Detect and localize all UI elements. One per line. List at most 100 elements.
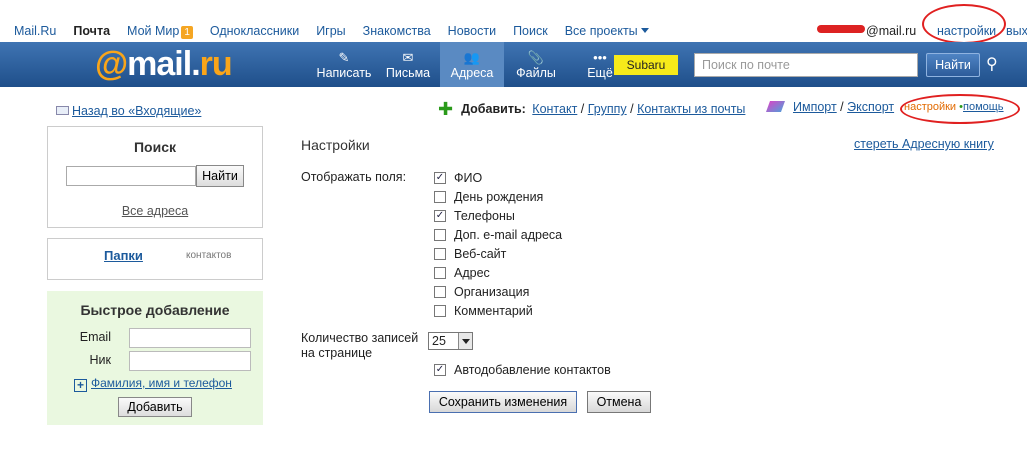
back-to-inbox-link[interactable]: Назад во «Входящие»: [56, 104, 201, 118]
files-button[interactable]: 📎 Файлы: [504, 42, 568, 87]
promo-banner[interactable]: Subaru: [614, 55, 678, 75]
more-fields-link[interactable]: + Фамилия, имя и телефон: [74, 376, 232, 392]
clear-addressbook-link[interactable]: стереть Адресную книгу: [854, 137, 994, 151]
chevron-down-icon: [640, 28, 649, 33]
annotation-circle: [900, 94, 1020, 124]
field-option-extra-email[interactable]: Доп. e-mail адреса: [434, 227, 562, 243]
more-label: Ещё: [587, 66, 613, 80]
import-export-toolbar: Импорт / Экспорт: [765, 100, 894, 114]
field-option-organization[interactable]: Организация: [434, 284, 529, 300]
paperclip-icon: 📎: [527, 50, 545, 65]
add-group-link[interactable]: Группу: [588, 102, 627, 116]
tab-folders[interactable]: Папки: [104, 248, 143, 263]
exit-link[interactable]: вых: [1006, 24, 1027, 38]
redaction-mark: [817, 25, 865, 33]
add-toolbar: ✚ Добавить: Контакт / Группу / Контакты и…: [438, 99, 746, 119]
envelope-icon: [56, 106, 69, 115]
checkbox[interactable]: [434, 305, 446, 317]
letters-button[interactable]: ✉ Письма: [376, 42, 440, 87]
header-tools: ✎ Написать ✉ Письма 👥 Адреса 📎 Файлы ••• Ещё: [312, 42, 632, 87]
contact-search-input[interactable]: [66, 166, 196, 186]
field-option-label: Адрес: [454, 266, 490, 280]
nick-label: Ник: [89, 353, 111, 367]
mail-search-input[interactable]: [694, 53, 918, 77]
logo-dot: .: [191, 45, 201, 83]
logo-at: @: [95, 45, 128, 83]
field-option-address[interactable]: Адрес: [434, 265, 490, 281]
field-option-label: Доп. e-mail адреса: [454, 228, 563, 242]
letters-label: Письма: [385, 66, 431, 80]
quick-nick-field[interactable]: [129, 351, 251, 371]
quick-add-title: Быстрое добавление: [80, 302, 230, 318]
cancel-button[interactable]: Отмена: [587, 391, 651, 413]
save-button[interactable]: Сохранить изменения: [429, 391, 577, 413]
checkbox[interactable]: [434, 267, 446, 279]
nav-dating[interactable]: Знакомства: [363, 24, 431, 39]
nav-odnoklassniki[interactable]: Одноклассники: [210, 24, 299, 39]
autoadd-label: Автодобавление контактов: [454, 363, 611, 377]
mail-search-button[interactable]: Найти: [926, 53, 980, 77]
checkbox[interactable]: [434, 210, 446, 222]
nav-all-projects[interactable]: Все проекты: [565, 24, 649, 39]
nav-myworld-label: Мой Мир: [127, 24, 180, 38]
quick-add-button[interactable]: Добавить: [118, 397, 192, 417]
add-from-mail-link[interactable]: Контакты из почты: [637, 102, 745, 116]
nav-all-projects-label: Все проекты: [564, 24, 638, 38]
checkbox[interactable]: [434, 229, 446, 241]
nav-myworld[interactable]: Мой Мир 1: [127, 24, 193, 39]
quick-email-field[interactable]: [129, 328, 251, 348]
add-contact-link[interactable]: Контакт: [532, 102, 577, 116]
nav-news[interactable]: Новости: [448, 24, 496, 39]
field-option-website[interactable]: Веб-сайт: [434, 246, 506, 262]
checkbox[interactable]: [434, 364, 446, 376]
mailru-logo[interactable]: @mail.ru: [95, 45, 233, 84]
all-addresses-link[interactable]: Все адреса: [48, 204, 262, 218]
contact-search-title: Поиск: [133, 139, 176, 155]
checkbox[interactable]: [434, 286, 446, 298]
logo-mail: mail: [127, 45, 192, 83]
autoadd-option[interactable]: Автодобавление контактов: [434, 362, 611, 378]
nav-mail[interactable]: Почта: [73, 24, 110, 39]
field-option-label: Организация: [454, 285, 530, 299]
contact-search-button[interactable]: Найти: [196, 165, 244, 187]
user-email-text: @mail.ru: [866, 24, 917, 38]
contacts-button[interactable]: 👥 Адреса: [440, 42, 504, 87]
add-label: Добавить:: [461, 102, 526, 116]
field-option-comment[interactable]: Комментарий: [434, 303, 533, 319]
checkbox[interactable]: [434, 248, 446, 260]
field-option-label: Телефоны: [454, 209, 515, 223]
advanced-search-icon[interactable]: ⚲: [986, 54, 998, 74]
portal-bar: Mail.Ru Почта Мой Мир 1 Одноклассники Игр…: [0, 0, 1027, 44]
field-option-fio[interactable]: ФИО: [434, 170, 482, 186]
envelope-icon: ✉: [402, 50, 414, 65]
records-per-page-select[interactable]: 25: [428, 332, 473, 350]
field-option-label: ФИО: [454, 171, 483, 185]
field-option-label: Комментарий: [454, 304, 533, 318]
page-title: Настройки: [301, 137, 370, 153]
logo-ru: ru: [199, 45, 233, 83]
field-option-phones[interactable]: Телефоны: [434, 208, 515, 224]
contact-search-panel: Поиск Найти Все адреса: [47, 126, 263, 228]
records-per-page-label: Количество записей на странице: [301, 331, 419, 360]
mail-header: @mail.ru ✎ Написать ✉ Письма 👥 Адреса 📎 Файл…: [0, 42, 1027, 87]
annotation-circle: [922, 4, 1006, 44]
files-label: Файлы: [516, 66, 556, 80]
field-option-label: Веб-сайт: [454, 247, 507, 261]
tab-contacts[interactable]: контактов: [186, 250, 231, 261]
pencil-icon: ✎: [338, 50, 350, 65]
dropdown-arrow-icon: [458, 333, 472, 349]
field-option-birthday[interactable]: День рождения: [434, 189, 543, 205]
portal-nav: Mail.Ru Почта Мой Мир 1 Одноклассники Игр…: [14, 24, 666, 39]
checkbox[interactable]: [434, 191, 446, 203]
folders-panel: Папки контактов: [47, 238, 263, 280]
nav-search[interactable]: Поиск: [513, 24, 548, 39]
nav-games[interactable]: Игры: [316, 24, 345, 39]
export-link[interactable]: Экспорт: [847, 100, 894, 114]
import-link[interactable]: Импорт: [793, 100, 837, 114]
nav-mailru[interactable]: Mail.Ru: [14, 24, 56, 39]
checkbox[interactable]: [434, 172, 446, 184]
compose-button[interactable]: ✎ Написать: [312, 42, 376, 87]
display-fields-label: Отображать поля:: [301, 170, 407, 184]
notification-badge: 1: [181, 26, 193, 39]
add-plus-icon: ✚: [438, 99, 454, 119]
